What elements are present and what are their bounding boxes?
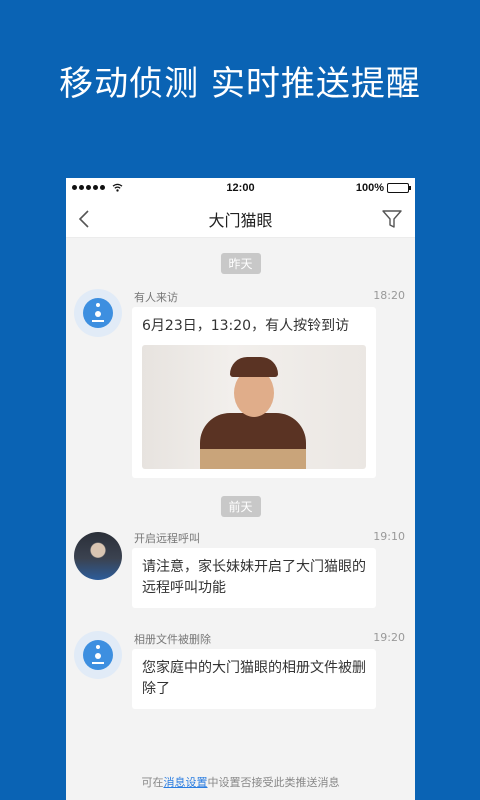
page-title: 大门猫眼 [208, 210, 273, 230]
promo-title: 移动侦测 实时推送提醒 [59, 64, 421, 104]
date-divider-day-before: 前天 [220, 496, 261, 517]
back-icon[interactable] [74, 208, 96, 230]
message-text: 6月23日，13:20，有人按铃到访 [142, 318, 350, 334]
message-title: 开启远程呼叫 [134, 532, 200, 545]
message-title: 相册文件被删除 [134, 633, 211, 646]
battery-icon [387, 183, 411, 193]
camera-icon [74, 631, 122, 679]
visitor-snapshot[interactable] [142, 345, 366, 469]
message-time: 19:10 [373, 530, 405, 543]
message-bubble[interactable]: 您家庭中的大门猫眼的相册文件被删除了 [132, 649, 376, 709]
phone-screen: 12:00 100% 大门猫眼 昨天 有人来访 18:20 6月23日，13:2… [66, 178, 415, 800]
message-text: 请注意，家长妹妹开启了大门猫眼的远程呼叫功能 [142, 559, 366, 596]
message-time: 19:20 [373, 631, 405, 644]
battery-percent: 100% [355, 182, 384, 194]
date-divider-yesterday: 昨天 [220, 253, 261, 274]
nav-bar: 大门猫眼 [66, 200, 415, 238]
filter-icon[interactable] [381, 208, 403, 230]
message-title: 有人来访 [134, 291, 178, 304]
message-settings-link[interactable]: 消息设置 [164, 776, 208, 789]
footer-note: 可在消息设置中设置否接受此类推送消息 [141, 776, 340, 789]
message-time: 18:20 [373, 289, 405, 302]
message-bubble[interactable]: 6月23日，13:20，有人按铃到访 [132, 307, 376, 478]
message-bubble[interactable]: 请注意，家长妹妹开启了大门猫眼的远程呼叫功能 [132, 548, 376, 608]
status-bar: 12:00 100% [66, 178, 415, 200]
camera-icon [74, 289, 122, 337]
user-avatar [74, 532, 122, 580]
message-text: 您家庭中的大门猫眼的相册文件被删除了 [142, 660, 366, 697]
